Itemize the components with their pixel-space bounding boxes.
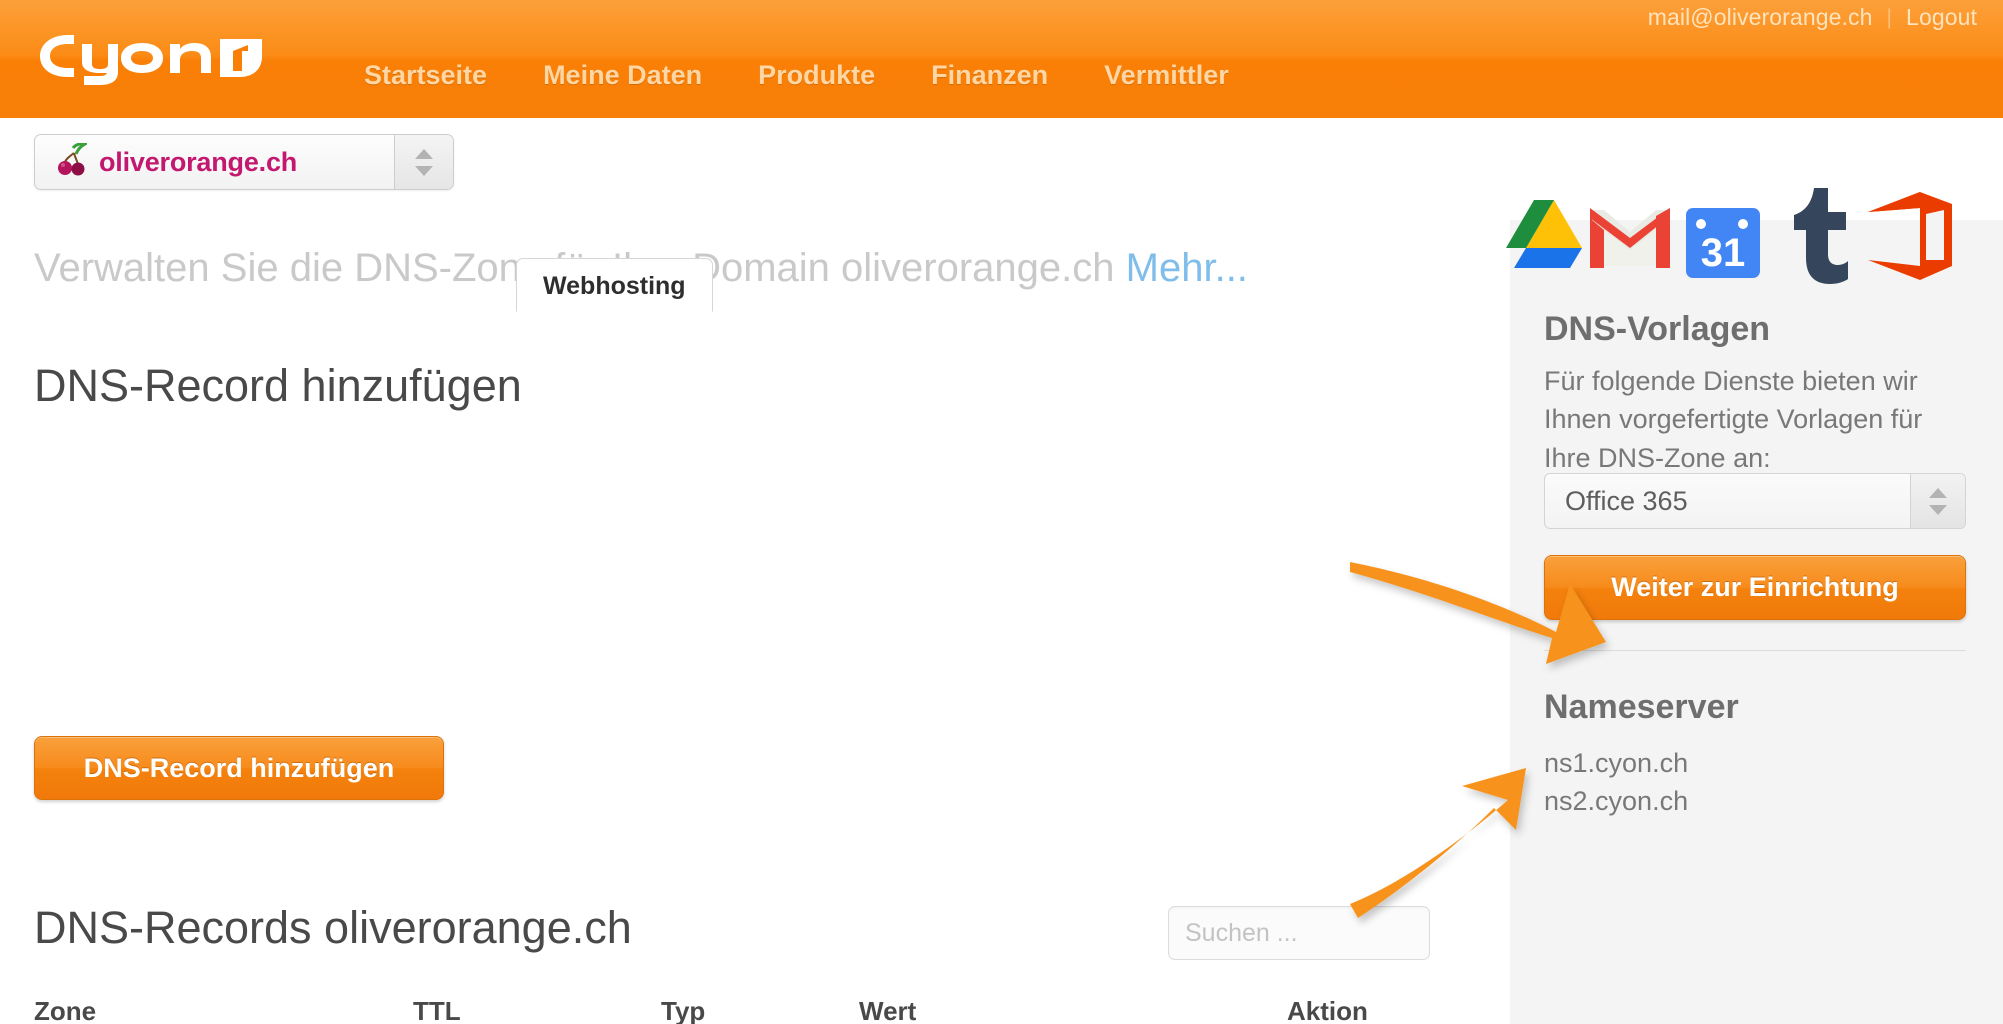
service-logos: 31	[1504, 180, 1964, 290]
domain-selector-stepper[interactable]	[394, 135, 453, 189]
domain-selector[interactable]: oliverorange.ch	[34, 134, 454, 190]
column-header-zone: Zone	[34, 996, 97, 1024]
domain-selector-value: oliverorange.ch	[99, 146, 298, 177]
column-header-aktion: Aktion	[1287, 996, 1368, 1024]
cherry-icon	[57, 141, 89, 182]
chevron-up-icon	[415, 148, 433, 159]
right-sidebar: 31 DNS-Vorlagen Für folgende Dienste bie…	[1506, 188, 2003, 1024]
nameserver-list: ns1.cyon.ch ns2.cyon.ch	[1544, 744, 1688, 821]
primary-nav: Startseite Meine Daten Produkte Finanzen…	[336, 60, 1257, 91]
nav-item-startseite[interactable]: Startseite	[336, 60, 515, 91]
nav-item-vermittler[interactable]: Vermittler	[1076, 60, 1257, 91]
google-calendar-icon: 31	[1686, 208, 1760, 278]
tumblr-icon	[1794, 188, 1848, 284]
chevron-up-icon	[1929, 487, 1947, 498]
search-placeholder: Suchen ...	[1185, 918, 1298, 947]
chevron-down-icon	[1929, 504, 1947, 515]
column-header-wert: Wert	[859, 996, 917, 1024]
top-orange-bar: mail@oliverorange.ch | Logout Startseite…	[0, 0, 2003, 118]
nameserver-item-1: ns1.cyon.ch	[1544, 748, 1689, 778]
nav-item-finanzen[interactable]: Finanzen	[903, 60, 1076, 91]
more-link[interactable]: Mehr...	[1126, 246, 1248, 290]
user-bar-separator: |	[1886, 5, 1893, 29]
chevron-down-icon	[415, 165, 433, 176]
logout-link[interactable]: Logout	[1906, 4, 1977, 31]
nameserver-heading: Nameserver	[1544, 688, 1739, 726]
dns-template-select-stepper[interactable]	[1910, 474, 1965, 528]
nav-item-produkte[interactable]: Produkte	[730, 60, 903, 91]
dns-records-table: Zone TTL Typ Wert Aktion oliverorange.ch…	[34, 996, 1430, 1024]
dns-templates-heading: DNS-Vorlagen	[1544, 310, 1771, 348]
sidebar-divider	[1544, 650, 1966, 651]
records-heading: DNS-Records oliverorange.ch	[34, 902, 632, 953]
gmail-icon	[1590, 208, 1670, 268]
page-root: mail@oliverorange.ch | Logout Startseite…	[0, 0, 2003, 1024]
add-dns-record-button[interactable]: DNS-Record hinzufügen	[34, 736, 444, 800]
cyon-logo[interactable]	[34, 23, 264, 85]
column-header-ttl: TTL	[413, 996, 461, 1024]
add-record-heading: DNS-Record hinzufügen	[34, 360, 522, 411]
main-content: Verwalten Sie die DNS-Zone für Ihre Doma…	[0, 220, 1510, 1024]
search-input[interactable]: Suchen ...	[1168, 906, 1430, 960]
nameserver-item-2: ns2.cyon.ch	[1544, 786, 1689, 817]
google-drive-icon	[1506, 200, 1582, 268]
svg-text:31: 31	[1701, 231, 1746, 275]
dns-template-select[interactable]: Office 365	[1544, 473, 1966, 529]
dns-template-select-value: Office 365	[1565, 485, 1688, 516]
tab-webhosting[interactable]: Webhosting	[516, 258, 713, 312]
column-header-typ: Typ	[661, 996, 706, 1024]
office365-icon	[1868, 192, 1952, 280]
table-header-row: Zone TTL Typ Wert Aktion	[34, 996, 1430, 1024]
user-account-bar: mail@oliverorange.ch | Logout	[1648, 4, 1977, 31]
continue-setup-button[interactable]: Weiter zur Einrichtung	[1544, 555, 1966, 620]
dns-templates-description: Für folgende Dienste bieten wir Ihnen vo…	[1544, 366, 1923, 473]
nav-item-meine-daten[interactable]: Meine Daten	[515, 60, 730, 91]
account-email[interactable]: mail@oliverorange.ch	[1648, 4, 1873, 31]
